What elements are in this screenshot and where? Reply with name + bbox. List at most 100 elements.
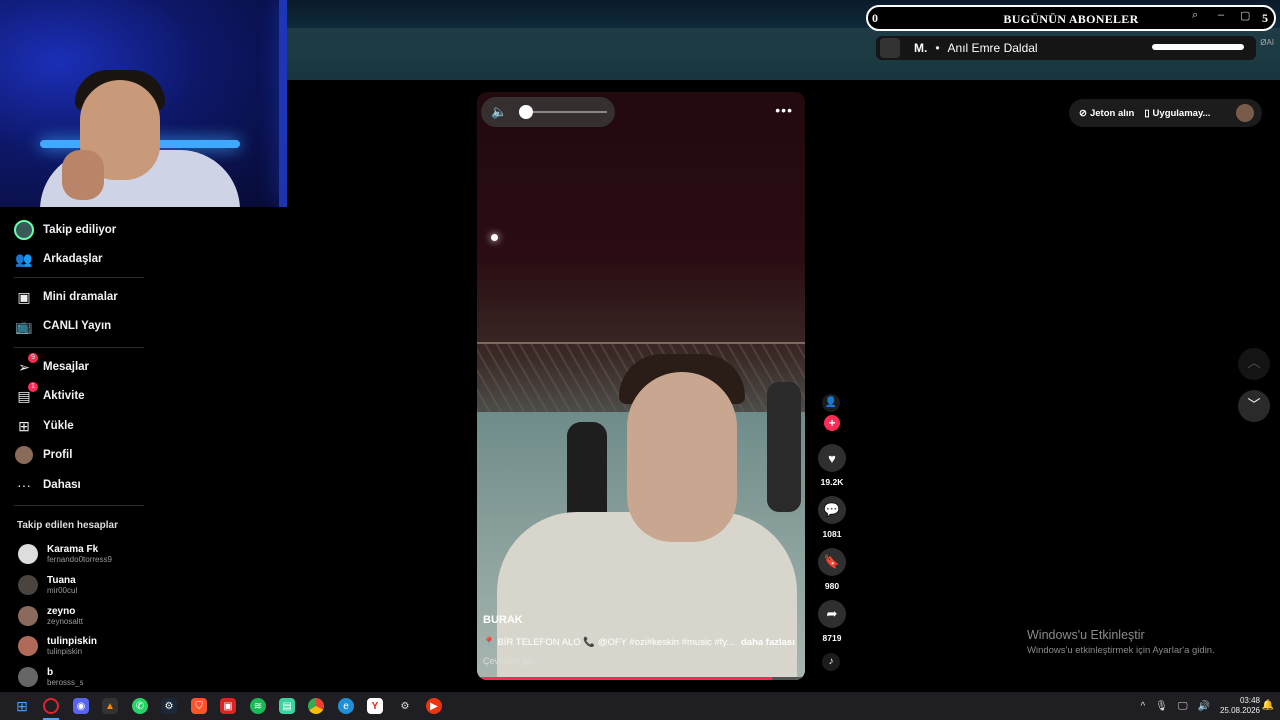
more-options-icon[interactable]: •••	[775, 102, 793, 118]
webcam-overlay	[0, 0, 287, 207]
sidebar-item-profile[interactable]: Profil	[14, 444, 72, 466]
volume-knob[interactable]	[519, 105, 533, 119]
more-icon: ···	[17, 477, 31, 493]
see-translation-link[interactable]: Çevirisini gör	[483, 656, 535, 666]
volume-control[interactable]: 🔈	[481, 97, 615, 127]
video-progress-bar[interactable]	[477, 677, 805, 680]
sidebar-item-label: CANLI Yayın	[43, 320, 112, 332]
following-account[interactable]: b berosss_s	[18, 667, 83, 687]
sidebar-item-label: Profil	[43, 449, 73, 461]
microphone-icon[interactable]: 🎙	[1155, 701, 1168, 712]
account-username: tulinpiskin	[47, 647, 83, 656]
comment-icon[interactable]: 💬	[818, 496, 846, 524]
following-account[interactable]: zeyno zeynosaltt	[18, 606, 83, 626]
sidebar-item-mini-drama[interactable]: ▣ Mini dramalar	[14, 286, 117, 308]
sidebar-item-following[interactable]: Takip ediliyor	[14, 219, 116, 241]
brave-icon[interactable]: ⛉	[191, 698, 207, 714]
avatar	[18, 544, 38, 564]
sidebar-item-more[interactable]: ··· Dahası	[14, 474, 81, 496]
bookmark-icon[interactable]: 🔖	[818, 548, 846, 576]
sidebar-item-friends[interactable]: 👥 Arkadaşlar	[14, 248, 102, 270]
clock-time: 03:48	[1239, 696, 1260, 705]
opera-icon[interactable]	[43, 698, 59, 714]
sidebar-item-messages[interactable]: ➢ 9 Mesajlar	[14, 353, 90, 378]
avatar	[18, 636, 38, 656]
following-account[interactable]: Karama Fk fernando0torress9	[18, 544, 112, 564]
network-icon[interactable]: 🖵	[1178, 701, 1188, 712]
video-progress-fill	[477, 677, 773, 680]
discord-icon[interactable]: ◉	[73, 698, 89, 714]
share-count: 8719	[822, 633, 842, 643]
speaker-icon[interactable]: 🔈	[491, 104, 507, 120]
save-count: 980	[824, 581, 840, 591]
activity-icon: ▤ 1	[14, 382, 38, 406]
activation-title: Windows'u Etkinleştir	[1027, 628, 1145, 642]
sidebar-item-upload[interactable]: ⊞ Yükle	[14, 415, 74, 437]
volume-icon[interactable]: 🔊	[1198, 701, 1210, 712]
music-disc-icon[interactable]: ♪	[822, 653, 840, 671]
see-more-link[interactable]: daha fazlası	[741, 637, 795, 648]
following-account[interactable]: tulinpiskin tulinpiskin	[18, 636, 97, 656]
share-action[interactable]: ➦ 8719	[817, 600, 847, 643]
user-avatar[interactable]	[1236, 104, 1254, 122]
app-green-icon[interactable]: ▤	[279, 698, 295, 714]
edge-icon[interactable]: e	[338, 698, 354, 714]
share-icon[interactable]: ➦	[818, 600, 846, 628]
sidebar-divider	[14, 277, 144, 278]
save-action[interactable]: 🔖 980	[817, 548, 847, 591]
subscriber-progress-bar	[1152, 44, 1244, 50]
account-name: tulinpiskin	[47, 636, 97, 647]
video-player[interactable]: 🔈 ••• BURAK 📍 BİR TELEFON ALO 📞 @OFY #oz…	[477, 92, 805, 680]
heart-icon[interactable]: ♥	[818, 444, 846, 472]
following-account[interactable]: Tuana mir00cul	[18, 575, 77, 595]
account-username: berosss_s	[47, 678, 84, 687]
notification-icon[interactable]: 🔔	[1262, 700, 1274, 711]
sidebar-item-activity[interactable]: ▤ 1 Aktivite	[14, 382, 85, 407]
chevron-up-icon[interactable]: ^	[1140, 701, 1145, 712]
video-author[interactable]: BURAK	[483, 614, 523, 626]
settings-icon[interactable]: ⚙	[397, 698, 413, 714]
next-video-button[interactable]: ﹀	[1238, 390, 1270, 422]
screen: 0 BUGÜNÜN ABONELER ⌕ – ▢ 5 M. • Anıl Emr…	[0, 0, 1280, 720]
chrome-icon[interactable]	[308, 698, 324, 714]
follow-plus-button[interactable]: +	[824, 415, 840, 431]
like-action[interactable]: ♥ 19.2K	[817, 444, 847, 487]
sidebar-divider	[14, 347, 144, 348]
sidebar-item-label: Yükle	[43, 420, 74, 432]
search-icon[interactable]: ⌕	[1192, 9, 1198, 22]
account-username: mir00cul	[47, 586, 78, 595]
youtube-icon[interactable]: ▶	[426, 698, 442, 714]
maximize-icon[interactable]: ▢	[1240, 9, 1250, 22]
spotify-icon[interactable]: ≋	[250, 698, 266, 714]
sidebar-item-live[interactable]: 📺 CANLI Yayın	[14, 315, 111, 337]
files-icon[interactable]: ▲	[102, 698, 118, 714]
upload-icon: ⊞	[18, 417, 30, 434]
creator-avatar[interactable]: 👤	[822, 394, 840, 412]
sidebar-item-label: Mesajlar	[43, 361, 90, 373]
following-accounts-header: Takip edilen hesaplar	[17, 520, 118, 531]
steam-icon[interactable]: ⚙	[161, 698, 177, 714]
previous-video-button[interactable]: ︿	[1238, 348, 1270, 380]
messages-icon: ➢ 9	[14, 353, 38, 377]
get-app-button[interactable]: Uygulamay...	[1153, 108, 1211, 119]
comment-action[interactable]: 💬 1081	[817, 496, 847, 539]
sidebar-item-label: Arkadaşlar	[43, 253, 103, 265]
header-actions: ⊘ Jeton alın ▯ Uygulamay...	[1069, 99, 1262, 127]
description-text: 📍 BİR TELEFON ALO 📞 @OFY #ozi#keskin #mu…	[483, 637, 735, 648]
taskbar: ⊞ ◉ ▲ ✆ ⚙ ⛉ ▣ ≋ ▤ e Y ⚙ ▶ ^ 🎙 🖵 🔊 03:48 …	[0, 692, 1280, 720]
profile-icon	[14, 445, 34, 465]
app-red-icon[interactable]: ▣	[220, 698, 236, 714]
volume-slider[interactable]	[525, 111, 607, 113]
clock[interactable]: 03:48 25.08.2026	[1220, 696, 1260, 716]
account-name: b	[47, 667, 54, 678]
account-name: Tuana	[47, 575, 76, 586]
yandex-icon[interactable]: Y	[367, 698, 383, 714]
get-coins-button[interactable]: Jeton alın	[1090, 108, 1134, 119]
whatsapp-icon[interactable]: ✆	[132, 698, 148, 714]
start-icon[interactable]: ⊞	[14, 698, 30, 714]
minimize-icon[interactable]: –	[1218, 9, 1224, 21]
windows-activation-watermark: Windows'u Etkinleştir Windows'u etkinleş…	[1027, 628, 1215, 656]
activation-subtitle: Windows'u etkinleştirmek için Ayarlar'a …	[1027, 645, 1215, 656]
oai-label: ØAI	[1260, 38, 1274, 47]
comment-count: 1081	[822, 529, 842, 539]
